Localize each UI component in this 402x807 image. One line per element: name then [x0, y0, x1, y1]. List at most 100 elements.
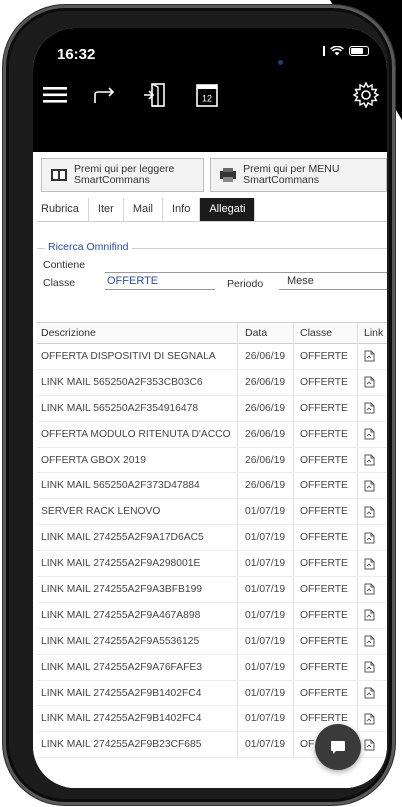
document-link-icon	[364, 506, 375, 518]
document-link-icon	[364, 350, 375, 362]
cell-descrizione: LINK MAIL 274255A2F9A467A898	[41, 609, 201, 621]
table-row[interactable]: LINK MAIL 565250A2F354916478 26/06/19 OFFE…	[37, 395, 387, 422]
battery-icon	[349, 46, 369, 56]
table-row[interactable]: OFFERTA MODULO RITENUTA D'ACCO 26/06/19 OF…	[37, 421, 387, 448]
phone-notch	[158, 46, 323, 80]
table-row[interactable]: LINK MAIL 274255A2F9B1402FC4 01/07/19 OFFE…	[37, 680, 387, 707]
tab-rubrica[interactable]: Rubrica	[37, 198, 89, 221]
chat-button[interactable]	[315, 724, 361, 770]
cell-link[interactable]	[357, 395, 387, 421]
cell-descrizione: LINK MAIL 274255A2F9A17D6AC5	[41, 532, 204, 544]
forward-icon[interactable]	[90, 80, 120, 110]
table-row[interactable]: LINK MAIL 274255A2F9A298001E 01/07/19 OFFE…	[37, 551, 387, 578]
cell-link[interactable]	[357, 680, 387, 706]
cell-link[interactable]	[357, 706, 387, 732]
table-row[interactable]: OFFERTA DISPOSITIVI DI SEGNALA 26/06/19 OF…	[37, 344, 387, 370]
cell-link[interactable]	[357, 732, 387, 758]
cell-link[interactable]	[357, 654, 387, 680]
read-button-text: Premi qui per leggere SmartCommans	[74, 164, 174, 186]
table-row[interactable]: OFFERTA GBOX 2019 26/06/19 OFFERTE	[37, 447, 387, 474]
document-link-icon	[364, 402, 375, 414]
contiene-input[interactable]	[105, 258, 387, 273]
document-link-icon	[364, 376, 375, 388]
cell-data: 26/06/19	[237, 473, 293, 499]
cell-data: 01/07/19	[237, 706, 293, 732]
cell-classe: OFFERTE	[293, 499, 357, 525]
document-link-icon	[364, 428, 375, 440]
cell-data: 01/07/19	[237, 551, 293, 577]
cell-data: 26/06/19	[237, 369, 293, 395]
menu-icon[interactable]	[41, 80, 71, 110]
cell-link[interactable]	[357, 447, 387, 473]
cell-classe: OFFERTE	[293, 577, 357, 602]
table-row[interactable]: LINK MAIL 565250A2F373D47884 26/06/19 OFFE…	[37, 473, 387, 500]
tab-iter[interactable]: Iter	[89, 198, 124, 221]
cell-data: 01/07/19	[237, 602, 293, 628]
tab-allegati[interactable]: Allegati	[200, 198, 256, 221]
main-content: Premi qui per leggere SmartCommans Premi…	[33, 152, 387, 788]
top-toolbar: 12	[33, 80, 387, 114]
cell-link[interactable]	[357, 369, 387, 395]
classe-input[interactable]: OFFERTE	[105, 275, 215, 290]
cell-descrizione: OFFERTA DISPOSITIVI DI SEGNALA	[41, 350, 216, 362]
table-row[interactable]: LINK MAIL 274255A2F9A5536125 01/07/19 OFFE…	[37, 628, 387, 655]
cell-link[interactable]	[357, 628, 387, 654]
cell-descrizione: LINK MAIL 565250A2F373D47884	[41, 480, 200, 492]
settings-gear-icon[interactable]	[351, 80, 381, 110]
cell-link[interactable]	[357, 577, 387, 602]
table-row[interactable]: LINK MAIL 274255A2F9A467A898 01/07/19 OFFE…	[37, 602, 387, 629]
table-row[interactable]: LINK MAIL 274255A2F9A76FAFE3 01/07/19 OFFE…	[37, 654, 387, 681]
col-data[interactable]: Data	[237, 323, 293, 343]
tab-mail[interactable]: Mail	[124, 198, 163, 221]
cell-data: 26/06/19	[237, 447, 293, 473]
cell-classe: OFFERTE	[293, 602, 357, 628]
cell-descrizione: OFFERTA MODULO RITENUTA D'ACCO	[41, 428, 231, 440]
col-descrizione[interactable]: Descrizione	[37, 323, 237, 343]
col-link[interactable]: Link	[357, 323, 387, 343]
exit-door-icon[interactable]	[140, 80, 170, 110]
periodo-select[interactable]: Mese	[279, 275, 387, 290]
classe-label: Classe	[43, 277, 76, 289]
cell-link[interactable]	[357, 344, 387, 369]
cell-descrizione: LINK MAIL 274255A2F9A76FAFE3	[41, 661, 203, 673]
cell-link[interactable]	[357, 421, 387, 447]
phone-frame: 16:32 12 Premi qui per leggere SmartComm…	[3, 5, 395, 805]
cell-data: 26/06/19	[237, 421, 293, 447]
table-header: Descrizione Data Classe Link	[37, 322, 387, 344]
tab-info[interactable]: Info	[163, 198, 201, 221]
document-link-icon	[364, 713, 375, 725]
cell-descrizione: LINK MAIL 274255A2F9B1402FC4	[41, 713, 202, 725]
cell-link[interactable]	[357, 551, 387, 577]
periodo-label: Periodo	[227, 278, 264, 290]
document-link-icon	[364, 635, 375, 647]
document-link-icon	[364, 480, 375, 492]
cell-data: 01/07/19	[237, 525, 293, 551]
cell-descrizione: LINK MAIL 274255A2F9A5536125	[41, 635, 200, 647]
col-classe[interactable]: Classe	[293, 323, 357, 343]
cell-descrizione: SERVER RACK LENOVO	[41, 506, 161, 518]
cell-link[interactable]	[357, 473, 387, 499]
cell-link[interactable]	[357, 525, 387, 551]
status-time: 16:32	[57, 46, 96, 63]
table-row[interactable]: SERVER RACK LENOVO 01/07/19 OFFERTE	[37, 499, 387, 526]
camera-dot	[278, 60, 283, 65]
cell-link[interactable]	[357, 602, 387, 628]
menu-button-text: Premi qui per MENU SmartCommans	[243, 164, 339, 186]
cell-data: 26/06/19	[237, 344, 293, 369]
table-row[interactable]: LINK MAIL 274255A2F9A17D6AC5 01/07/19 OFFE…	[37, 525, 387, 552]
cell-data: 01/07/19	[237, 680, 293, 706]
calendar-icon[interactable]: 12	[192, 80, 222, 110]
table-row[interactable]: LINK MAIL 565250A2F353CB03C6 26/06/19 OFFE…	[37, 369, 387, 396]
phone-screen: 16:32 12 Premi qui per leggere SmartComm…	[33, 28, 387, 788]
cell-classe: OFFERTE	[293, 628, 357, 654]
cell-link[interactable]	[357, 499, 387, 525]
read-button-line2: SmartCommans	[74, 174, 150, 186]
cell-classe: OFFERTE	[293, 525, 357, 551]
menu-smartcommans-button[interactable]: Premi qui per MENU SmartCommans	[210, 158, 387, 192]
document-link-icon	[364, 687, 375, 699]
cell-classe: OFFERTE	[293, 344, 357, 369]
read-smartcommans-button[interactable]: Premi qui per leggere SmartCommans	[41, 158, 205, 192]
cell-classe: OFFERTE	[293, 473, 357, 499]
table-row[interactable]: LINK MAIL 274255A2F9A3BFB199 01/07/19 OFFE…	[37, 577, 387, 603]
cell-descrizione: LINK MAIL 565250A2F354916478	[41, 402, 199, 414]
